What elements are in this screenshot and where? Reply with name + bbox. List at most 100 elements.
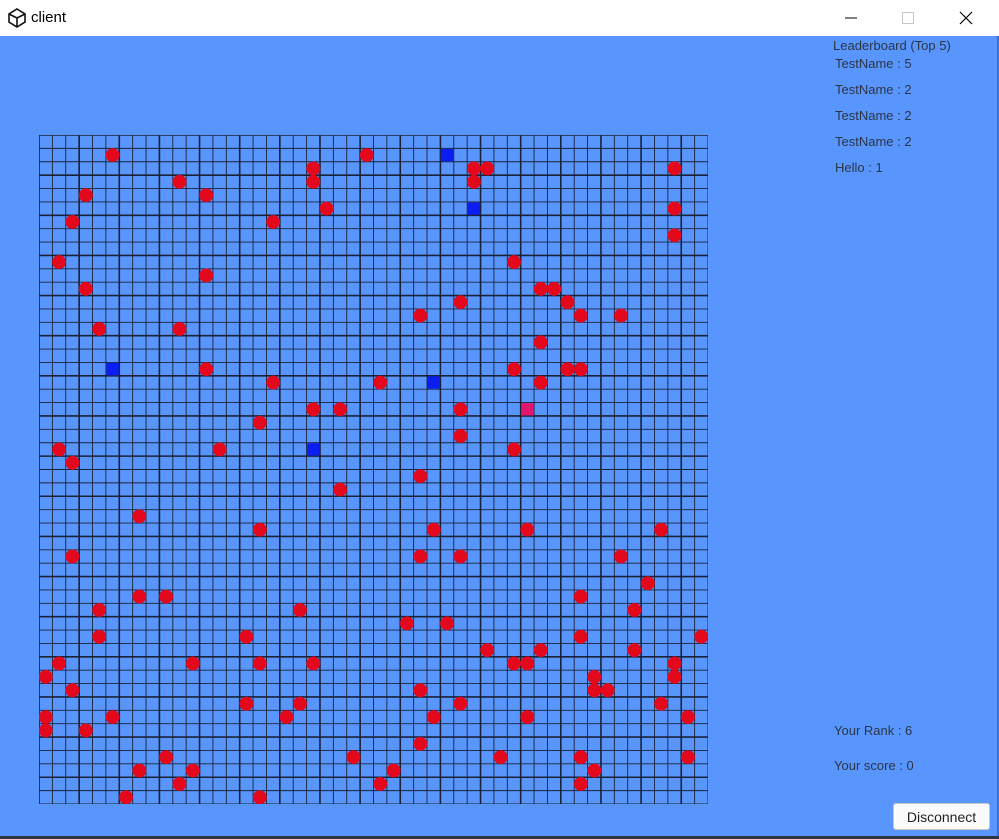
food-pellet <box>252 790 267 804</box>
close-button[interactable] <box>943 0 989 36</box>
food-pellet <box>587 669 602 684</box>
food-pellet <box>105 710 120 724</box>
food-pellet <box>65 549 80 564</box>
food-pellet <box>466 174 481 189</box>
food-pellet <box>346 750 361 765</box>
food-pellet <box>614 308 628 323</box>
enemy-player-block <box>467 202 481 215</box>
food-pellet <box>159 589 174 604</box>
food-pellet <box>680 710 695 724</box>
food-pellet <box>573 629 588 644</box>
food-pellet <box>199 188 214 203</box>
food-pellet <box>333 402 348 417</box>
food-pellet <box>132 763 147 778</box>
food-pellet <box>453 402 468 417</box>
food-pellet <box>306 402 321 417</box>
food-pellet <box>480 643 495 658</box>
food-pellet <box>587 683 602 698</box>
food-pellet <box>292 603 307 617</box>
food-pellet <box>493 750 508 765</box>
food-pellet <box>507 362 521 377</box>
food-pellet <box>119 790 133 804</box>
food-pellet <box>453 549 468 564</box>
food-pellet <box>292 696 307 711</box>
food-pellet <box>667 228 682 243</box>
maximize-button[interactable] <box>885 0 931 36</box>
food-pellet <box>39 710 53 724</box>
food-pellet <box>520 656 535 671</box>
food-pellet <box>92 322 107 336</box>
food-pellet <box>39 669 53 684</box>
disconnect-button[interactable]: Disconnect <box>893 803 990 830</box>
food-pellet <box>185 656 200 671</box>
food-pellet <box>627 643 642 658</box>
food-pellet <box>453 429 468 444</box>
food-pellet <box>413 469 428 484</box>
leaderboard-entry: TestName : 2 <box>835 82 912 97</box>
food-pellet <box>413 549 428 564</box>
leaderboard-entry: TestName : 2 <box>835 108 912 123</box>
food-pellet <box>266 375 281 390</box>
food-pellet <box>600 683 615 698</box>
enemy-player-block <box>106 362 119 376</box>
food-pellet <box>413 683 428 698</box>
food-pellet <box>252 656 267 671</box>
food-pellet <box>373 375 388 390</box>
minimize-icon <box>845 17 857 19</box>
food-pellet <box>399 616 414 631</box>
food-pellet <box>573 308 588 323</box>
food-pellet <box>266 215 281 229</box>
food-pellet <box>172 776 187 791</box>
food-pellet <box>533 335 548 350</box>
game-board[interactable] <box>39 135 708 804</box>
food-pellet <box>426 522 441 537</box>
food-pellet <box>614 549 628 564</box>
leaderboard-entry: TestName : 5 <box>835 56 912 71</box>
food-pellet <box>252 415 267 430</box>
food-pellet <box>172 174 187 189</box>
food-pellet <box>680 750 695 765</box>
minimize-button[interactable] <box>828 0 874 36</box>
close-icon <box>959 11 973 25</box>
window-title: client <box>31 9 67 26</box>
player-score: Your score : 0 <box>834 758 914 773</box>
food-pellet <box>373 776 388 791</box>
food-pellet <box>507 656 521 671</box>
food-pellet <box>65 683 80 698</box>
food-pellet <box>547 281 562 296</box>
food-pellet <box>52 656 67 671</box>
player-rank: Your Rank : 6 <box>834 723 913 738</box>
food-pellet <box>65 215 80 229</box>
food-pellet <box>654 696 669 711</box>
leaderboard-entry: TestName : 2 <box>835 134 912 149</box>
maximize-icon <box>902 12 914 24</box>
food-pellet <box>78 188 93 203</box>
food-pellet <box>306 161 321 176</box>
leaderboard-entry: Hello : 1 <box>835 160 883 175</box>
food-pellet <box>520 522 535 537</box>
food-pellet <box>413 308 428 323</box>
food-pellet <box>587 763 602 778</box>
food-pellet <box>640 576 655 591</box>
food-pellet <box>199 362 214 377</box>
food-pellet <box>212 442 227 457</box>
food-pellet <box>560 362 575 377</box>
food-pellet <box>667 201 682 216</box>
food-pellet <box>507 442 521 457</box>
food-pellet <box>279 710 294 724</box>
food-pellet <box>533 281 548 296</box>
food-pellet <box>159 750 174 765</box>
player-block <box>521 403 534 416</box>
enemy-player-block <box>440 148 454 162</box>
food-pellet <box>453 295 468 310</box>
food-pellet <box>185 763 200 778</box>
food-pellet <box>78 723 93 738</box>
food-pellet <box>386 763 401 778</box>
leaderboard-title: Leaderboard (Top 5) <box>833 38 951 53</box>
food-pellet <box>627 603 642 617</box>
food-pellet <box>105 148 120 163</box>
food-pellet <box>667 656 682 671</box>
food-pellet <box>132 589 147 604</box>
food-pellet <box>52 442 67 457</box>
food-pellet <box>306 656 321 671</box>
